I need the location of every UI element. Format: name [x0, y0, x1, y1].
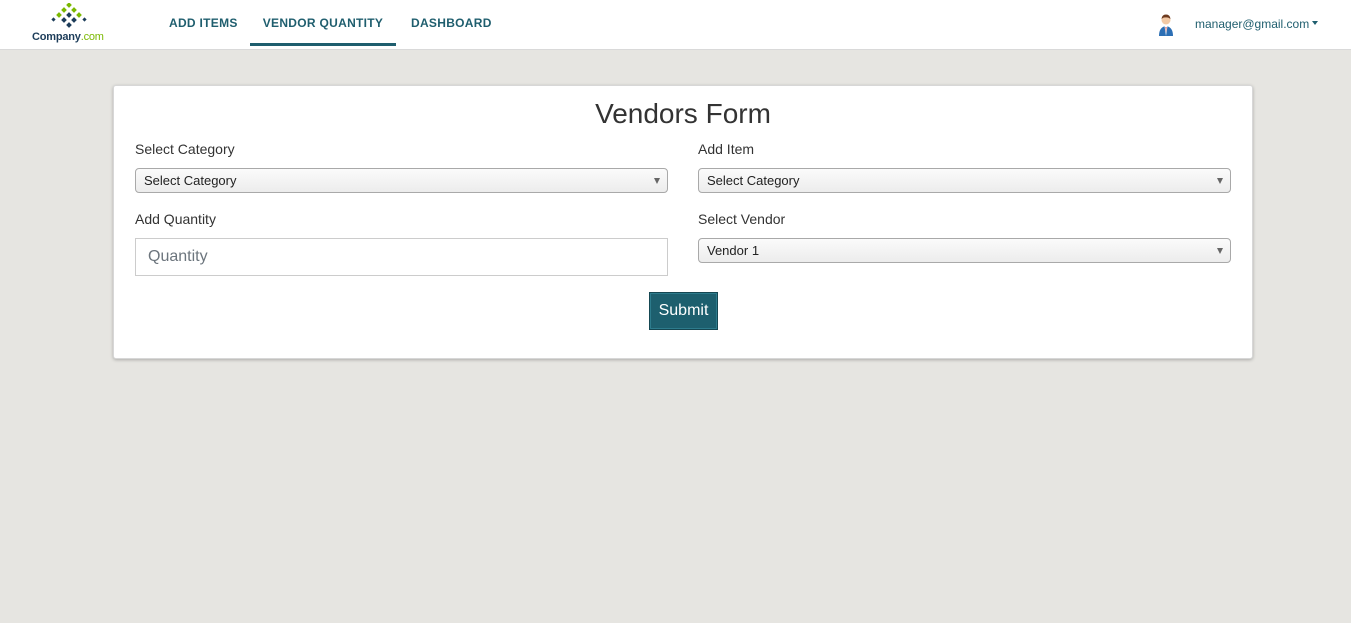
submit-button[interactable]: Submit — [649, 292, 718, 330]
item-select-value: Select Category — [707, 173, 800, 188]
user-email: manager@gmail.com — [1195, 17, 1310, 31]
logo-diamond-icon — [51, 3, 87, 28]
company-logo[interactable]: Company.com — [32, 3, 112, 45]
vendor-select-value: Vendor 1 — [707, 243, 760, 258]
vendor-select[interactable]: Vendor 1 — [698, 238, 1231, 263]
logo-text: Company.com — [32, 31, 104, 43]
top-navbar: Company.com ADD ITEMS VENDOR QUANTITY DA… — [0, 0, 1351, 50]
vendors-form-card: Vendors Form Select Category Select Cate… — [113, 85, 1253, 359]
dropdown-arrow-icon — [654, 178, 660, 184]
category-select-value: Select Category — [144, 173, 237, 188]
item-select[interactable]: Select Category — [698, 168, 1231, 193]
category-label: Select Category — [135, 141, 235, 157]
dropdown-arrow-icon — [1217, 178, 1223, 184]
nav-vendor-quantity[interactable]: VENDOR QUANTITY — [250, 0, 396, 46]
nav-dashboard[interactable]: DASHBOARD — [411, 0, 491, 46]
nav-add-items[interactable]: ADD ITEMS — [169, 0, 237, 46]
user-menu-dropdown[interactable]: manager@gmail.com — [1195, 17, 1319, 31]
user-avatar-icon[interactable] — [1156, 12, 1176, 36]
form-title: Vendors Form — [595, 98, 771, 129]
caret-down-icon — [1312, 21, 1319, 25]
item-label: Add Item — [698, 141, 755, 157]
quantity-input[interactable] — [135, 238, 668, 276]
category-select[interactable]: Select Category — [135, 168, 668, 193]
dropdown-arrow-icon — [1217, 248, 1223, 254]
quantity-label: Add Quantity — [135, 211, 216, 227]
vendor-label: Select Vendor — [698, 211, 786, 227]
